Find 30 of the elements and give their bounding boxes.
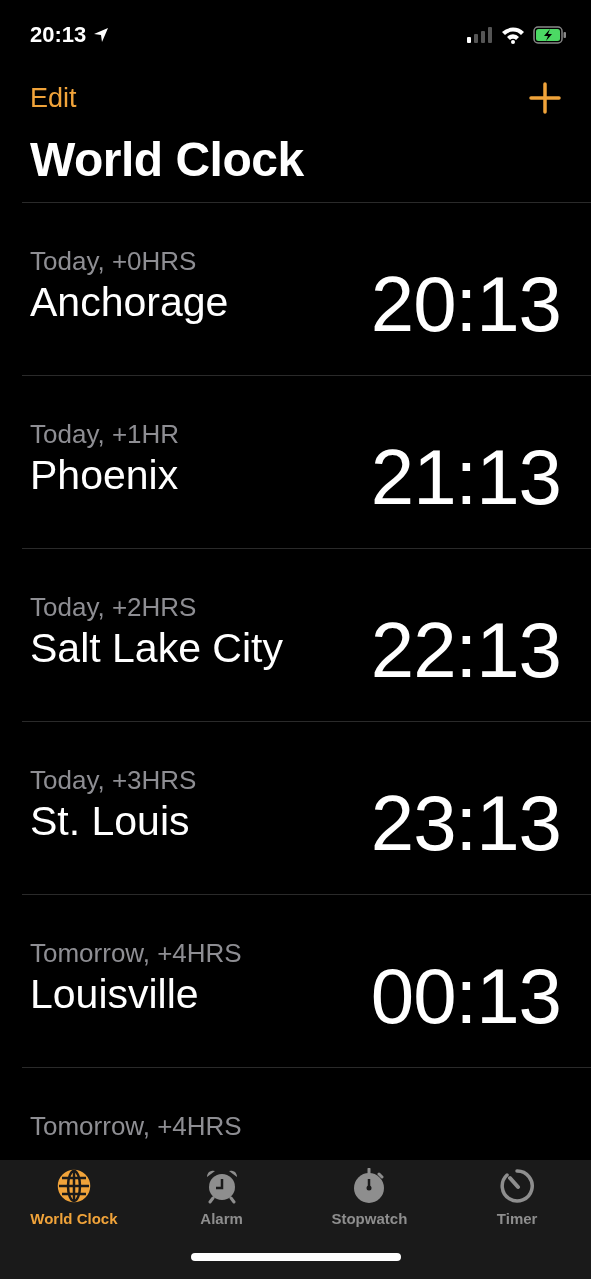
- time-offset: Today, +2HRS: [30, 591, 198, 623]
- clock-time: 21:13: [370, 438, 561, 516]
- edit-button[interactable]: Edit: [30, 82, 77, 114]
- add-button[interactable]: [529, 82, 561, 114]
- location-arrow-icon: [92, 26, 111, 44]
- city-name: Salt Lake City: [30, 624, 283, 673]
- time-offset: Today, +1HR: [30, 418, 180, 450]
- clock-time: 00:13: [370, 957, 561, 1035]
- tab[interactable]: Timer: [443, 1168, 591, 1227]
- time-offset: Tomorrow, +4HRS: [30, 937, 242, 969]
- city-name: Anchorage: [30, 278, 229, 327]
- page-title: World Clock: [29, 132, 305, 188]
- wifi-icon: [501, 26, 525, 44]
- clock-time: 22:13: [370, 611, 561, 689]
- city-name: St. Louis: [30, 797, 191, 846]
- timer-icon: [499, 1168, 536, 1204]
- clock-time: 23:13: [370, 784, 561, 862]
- time-offset: Tomorrow, +4HRS: [30, 1110, 242, 1142]
- clock-time: 20:13: [370, 265, 561, 343]
- time-offset: Today, +3HRS: [30, 764, 197, 796]
- tab[interactable]: Alarm: [147, 1168, 296, 1227]
- city-name: Phoenix: [30, 451, 180, 500]
- tab[interactable]: Stopwatch: [295, 1168, 444, 1227]
- tab[interactable]: World Clock: [0, 1168, 148, 1227]
- battery-charging-icon: [533, 26, 567, 44]
- time-offset: Today, +0HRS: [30, 245, 198, 277]
- signal-icon: [467, 27, 493, 43]
- globe-icon: [55, 1168, 92, 1204]
- city-name: Louisville: [30, 970, 200, 1019]
- status-time: 20:13: [30, 22, 87, 48]
